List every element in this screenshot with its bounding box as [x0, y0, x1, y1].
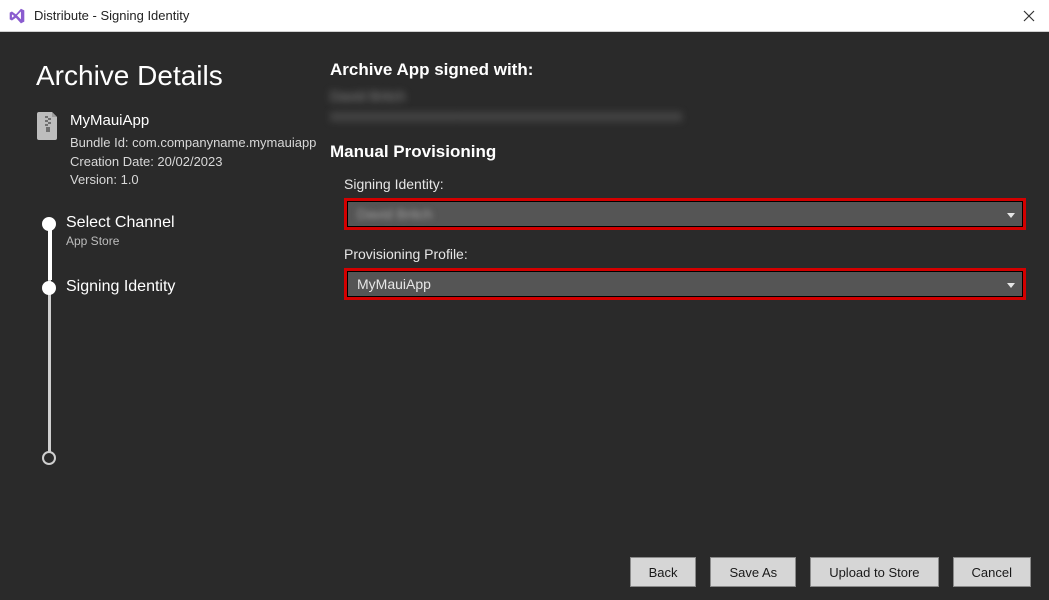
step-indicator-icon [42, 281, 56, 295]
signed-identity-hash: XXXXXXXXXXXXXXXXXXXXXXXXXXXXXXXXXXXXXXXX… [330, 110, 1039, 124]
visual-studio-icon [8, 7, 26, 25]
content-area: Archive Details MyMauiApp Bundle Id: com… [0, 32, 1049, 544]
close-button[interactable] [1017, 4, 1041, 28]
save-as-button[interactable]: Save As [710, 557, 796, 587]
provisioning-profile-value: MyMauiApp [357, 276, 431, 292]
bundle-id: Bundle Id: com.companyname.mymauiapp [70, 134, 316, 153]
provisioning-profile-dropdown[interactable]: MyMauiApp [344, 268, 1026, 300]
cancel-button[interactable]: Cancel [953, 557, 1031, 587]
archive-details-heading: Archive Details [36, 60, 310, 92]
archive-file-icon [36, 112, 60, 140]
main-panel: Archive App signed with: David Britch XX… [330, 32, 1049, 544]
provisioning-profile-label: Provisioning Profile: [344, 246, 1039, 262]
step-label: Select Channel [66, 214, 310, 232]
step-sublabel: App Store [66, 234, 310, 248]
signed-identity-name: David Britch [330, 88, 1039, 104]
step-indicator-icon [42, 451, 56, 465]
back-button[interactable]: Back [630, 557, 697, 587]
version: Version: 1.0 [70, 171, 316, 190]
signing-identity-value: David Britch [357, 206, 432, 222]
step-future [36, 448, 310, 468]
creation-date: Creation Date: 20/02/2023 [70, 153, 316, 172]
app-name: MyMauiApp [70, 110, 316, 132]
sidebar: Archive Details MyMauiApp Bundle Id: com… [0, 32, 330, 544]
step-list: Select Channel App Store Signing Identit… [36, 214, 310, 468]
app-meta: MyMauiApp Bundle Id: com.companyname.mym… [70, 110, 316, 190]
window-title: Distribute - Signing Identity [34, 8, 189, 23]
footer: Back Save As Upload to Store Cancel [0, 544, 1049, 600]
manual-provisioning-heading: Manual Provisioning [330, 142, 1039, 162]
upload-to-store-button[interactable]: Upload to Store [810, 557, 938, 587]
signing-identity-label: Signing Identity: [344, 176, 1039, 192]
step-signing-identity[interactable]: Signing Identity [36, 278, 310, 298]
titlebar: Distribute - Signing Identity [0, 0, 1049, 32]
step-connector [48, 280, 51, 464]
app-info-block: MyMauiApp Bundle Id: com.companyname.mym… [36, 110, 310, 190]
chevron-down-icon [1007, 275, 1015, 293]
chevron-down-icon [1007, 205, 1015, 223]
step-select-channel[interactable]: Select Channel App Store [36, 214, 310, 248]
signed-with-heading: Archive App signed with: [330, 60, 1039, 80]
close-icon [1023, 10, 1035, 22]
signing-identity-dropdown[interactable]: David Britch [344, 198, 1026, 230]
step-indicator-icon [42, 217, 56, 231]
step-label: Signing Identity [66, 278, 310, 296]
